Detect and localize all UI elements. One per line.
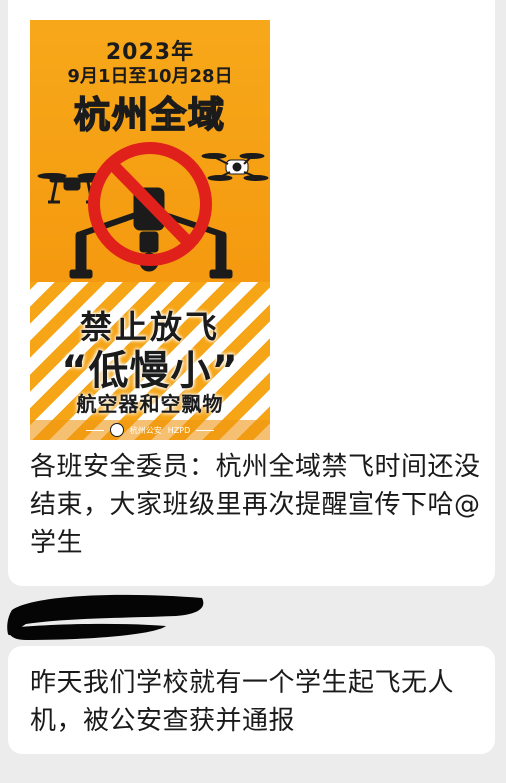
poster-objects-text: 航空器和空飘物 <box>76 392 224 416</box>
no-drone-poster-image[interactable]: 2023年 9月1日至10月28日 杭州全域 禁止放飞 “低慢小” 航空器和空飘… <box>30 20 270 440</box>
police-badge-icon <box>109 423 124 437</box>
redacted-sender-name <box>7 594 204 640</box>
small-drone-right-icon <box>201 153 269 181</box>
message-text-2: 昨天我们学校就有一个学生起飞无人机，被公安查获并通报 <box>30 668 455 736</box>
footer-org: 杭州公安 <box>129 425 162 435</box>
footer-divider-right <box>196 429 215 431</box>
drone-prohibition-illustration <box>37 142 269 279</box>
chat-screen: 2023年 9月1日至10月28日 杭州全域 禁止放飞 “低慢小” 航空器和空飘… <box>0 0 506 783</box>
message-text-1: 各班安全委员：杭州全域禁飞时间还没结束，大家班级里再次提醒宣传下哈@学生 <box>30 452 481 558</box>
poster-footer: 杭州公安 HZPD <box>30 420 270 440</box>
poster-dates: 9月1日至10月28日 <box>67 66 233 87</box>
footer-code: HZPD <box>167 425 191 435</box>
footer-divider-left <box>85 429 104 431</box>
poster-region: 杭州全域 <box>73 94 226 137</box>
